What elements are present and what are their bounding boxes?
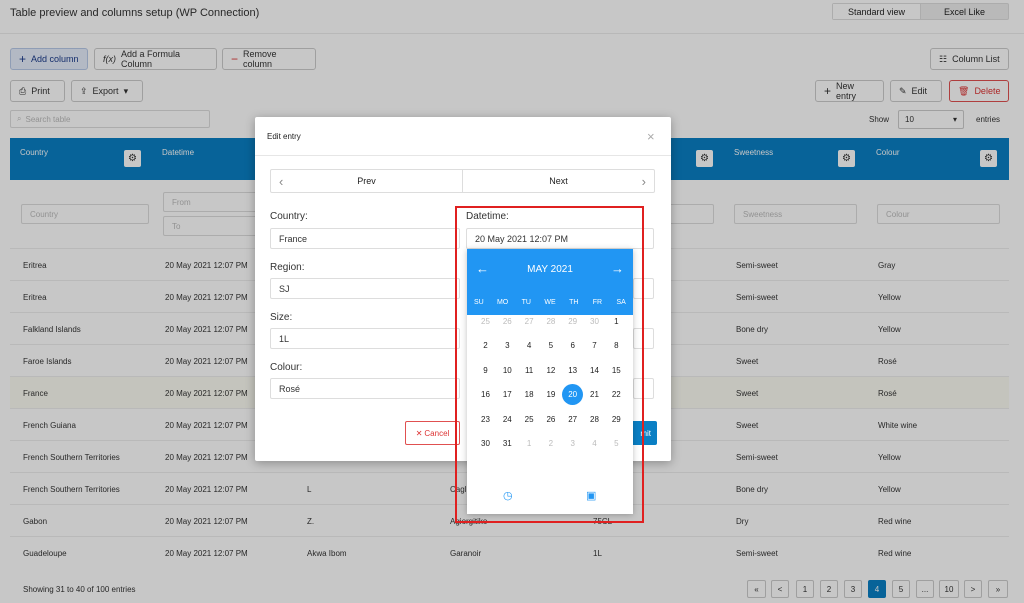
- close-icon: ✕: [415, 428, 423, 438]
- close-icon[interactable]: ×: [647, 129, 655, 144]
- highlight-box: [455, 206, 644, 523]
- region-field[interactable]: SJ: [270, 278, 460, 299]
- size-field[interactable]: 1L: [270, 328, 460, 349]
- country-label: Country:: [270, 211, 308, 222]
- divider: [255, 155, 671, 156]
- country-field[interactable]: France: [270, 228, 460, 249]
- chevron-left-icon: ‹: [279, 174, 284, 189]
- cancel-button[interactable]: ✕ Cancel: [405, 421, 460, 445]
- prev-button[interactable]: ‹ Prev: [271, 170, 463, 192]
- prev-next-nav: ‹ Prev Next ›: [270, 169, 655, 193]
- next-button[interactable]: Next ›: [463, 170, 654, 192]
- size-label: Size:: [270, 312, 293, 323]
- modal-title: Edit entry: [267, 132, 301, 141]
- chevron-right-icon: ›: [641, 174, 646, 189]
- region-label: Region:: [270, 262, 305, 273]
- colour-field[interactable]: Rosé: [270, 378, 460, 399]
- colour-label: Colour:: [270, 362, 303, 373]
